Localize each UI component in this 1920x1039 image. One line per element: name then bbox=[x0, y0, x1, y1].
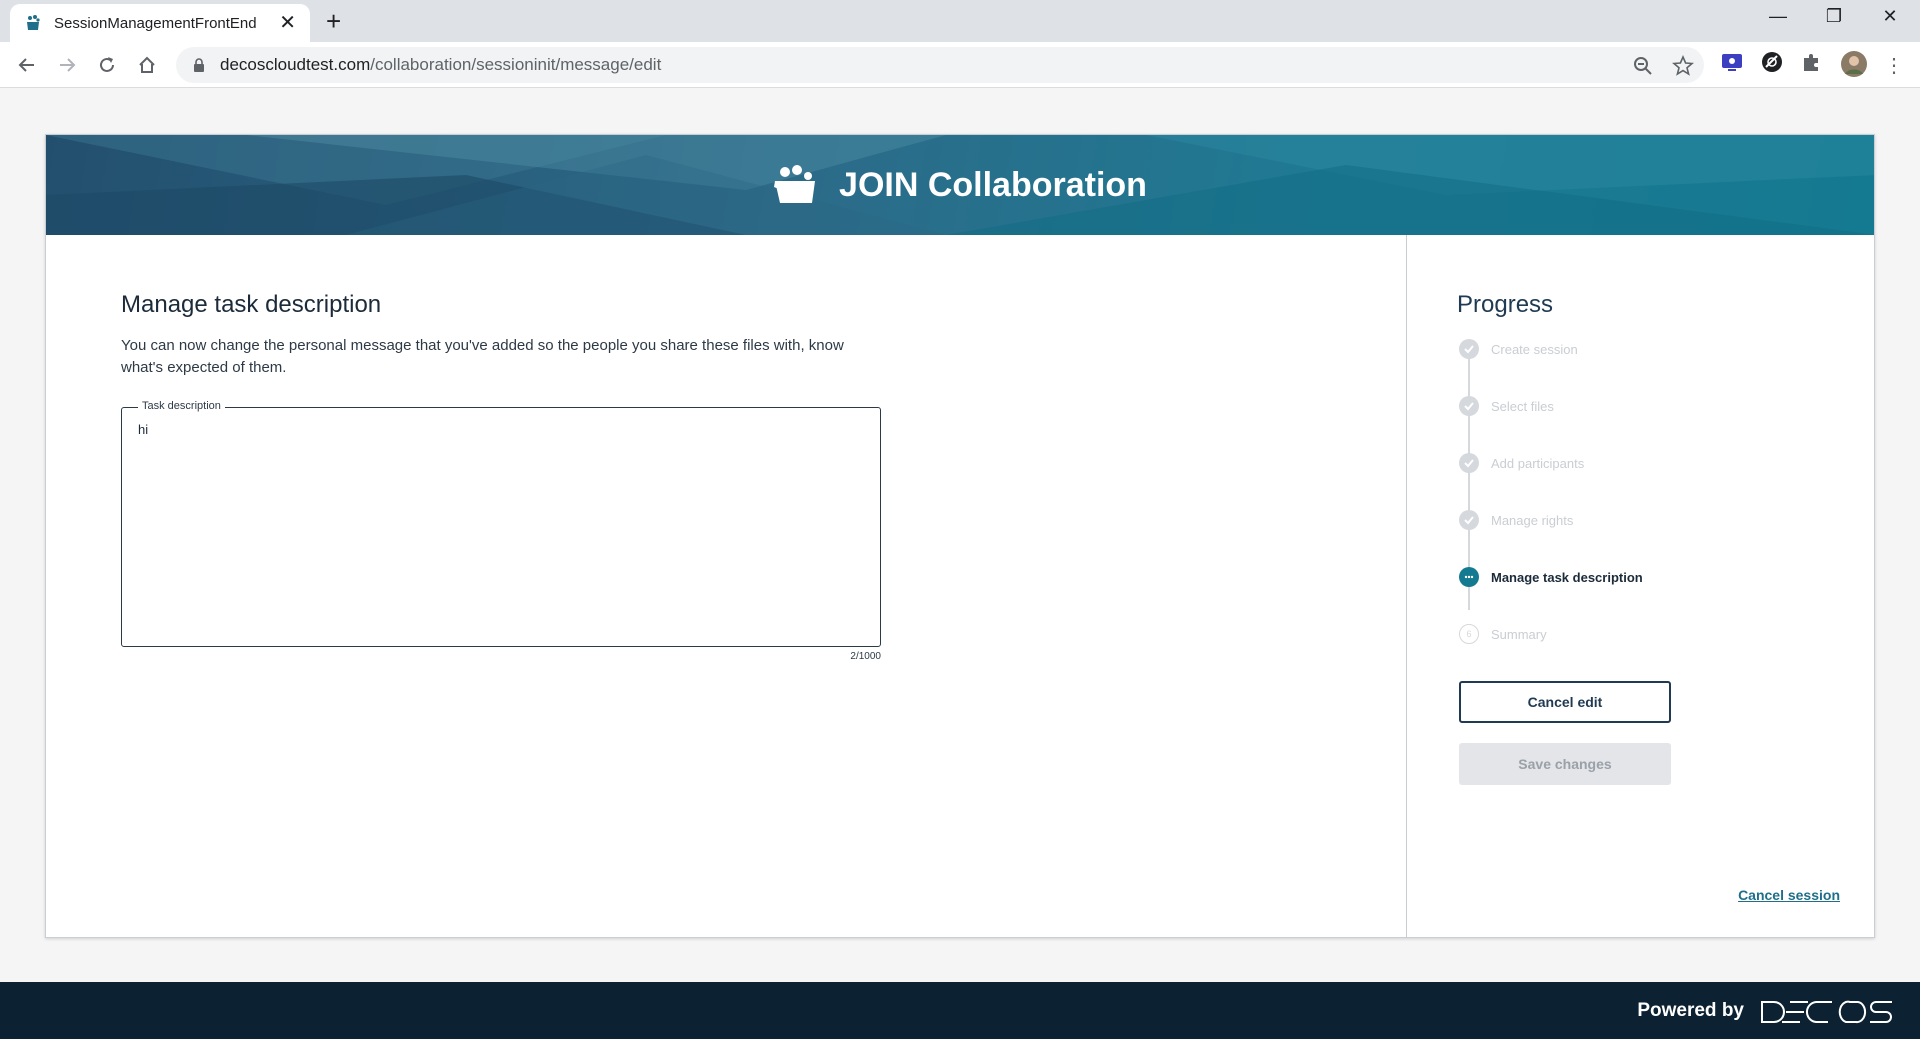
check-icon bbox=[1459, 339, 1479, 359]
reload-icon[interactable] bbox=[93, 51, 121, 79]
check-icon bbox=[1459, 510, 1479, 530]
back-icon[interactable] bbox=[13, 51, 41, 79]
step-number-icon: 6 bbox=[1459, 624, 1479, 644]
character-counter: 2/1000 bbox=[850, 651, 881, 662]
page-title: Manage task description bbox=[121, 291, 382, 318]
save-changes-button[interactable]: Save changes bbox=[1459, 743, 1671, 785]
step-label: Add participants bbox=[1491, 455, 1585, 471]
main-content: Manage task description You can now chan… bbox=[46, 235, 1406, 937]
decos-logo bbox=[1761, 1000, 1892, 1024]
footer: Powered by bbox=[0, 982, 1920, 1039]
task-description-field[interactable]: Task description hi bbox=[121, 400, 881, 647]
step-label: Manage task description bbox=[1491, 569, 1643, 585]
minimize-icon[interactable]: — bbox=[1758, 6, 1798, 27]
in-progress-dots-icon bbox=[1459, 567, 1479, 587]
profile-avatar[interactable] bbox=[1840, 50, 1868, 78]
restore-icon[interactable]: ❐ bbox=[1814, 6, 1854, 27]
cancel-edit-button[interactable]: Cancel edit bbox=[1459, 681, 1671, 723]
lock-icon bbox=[194, 58, 204, 72]
browser-tab[interactable]: SessionManagementFrontEnd ✕ bbox=[10, 4, 310, 42]
step-label: Create session bbox=[1491, 341, 1578, 357]
step-summary: 6 Summary bbox=[1459, 623, 1547, 645]
cancel-session-link[interactable]: Cancel session bbox=[1738, 887, 1840, 903]
bookmark-star-icon[interactable] bbox=[1672, 55, 1694, 77]
step-label: Summary bbox=[1491, 626, 1547, 642]
screen-capture-extension-icon[interactable] bbox=[1720, 50, 1744, 74]
task-description-value[interactable]: hi bbox=[138, 422, 148, 437]
new-tab-icon[interactable]: + bbox=[326, 8, 341, 34]
browser-tab-bar: SessionManagementFrontEnd ✕ + — ❐ ✕ bbox=[0, 0, 1920, 42]
url-text: decoscloudtest.com/collaboration/session… bbox=[220, 55, 662, 74]
blocker-extension-icon[interactable] bbox=[1760, 50, 1784, 74]
step-add-participants: Add participants bbox=[1459, 452, 1584, 474]
step-label: Manage rights bbox=[1491, 512, 1574, 528]
home-icon[interactable] bbox=[133, 51, 161, 79]
progress-panel: Progress Create session Select files Add… bbox=[1406, 235, 1874, 937]
step-label: Select files bbox=[1491, 398, 1554, 414]
collaboration-card: JOIN Collaboration Manage task descripti… bbox=[45, 134, 1875, 938]
collaboration-logo-icon bbox=[774, 165, 816, 203]
zoom-icon[interactable] bbox=[1632, 55, 1654, 77]
browser-menu-icon[interactable]: ⋮ bbox=[1880, 51, 1908, 79]
step-manage-rights: Manage rights bbox=[1459, 509, 1573, 531]
check-icon bbox=[1459, 396, 1479, 416]
intro-text: You can now change the personal message … bbox=[121, 337, 844, 376]
extensions-puzzle-icon[interactable] bbox=[1800, 50, 1824, 74]
forward-icon[interactable] bbox=[53, 51, 81, 79]
step-manage-task-description: Manage task description bbox=[1459, 566, 1643, 588]
check-icon bbox=[1459, 453, 1479, 473]
close-window-icon[interactable]: ✕ bbox=[1870, 6, 1910, 27]
powered-by-text: Powered by bbox=[1637, 1000, 1744, 1021]
app-header-banner: JOIN Collaboration bbox=[46, 135, 1874, 235]
step-select-files: Select files bbox=[1459, 395, 1554, 417]
app-title-area: JOIN Collaboration bbox=[46, 135, 1874, 235]
step-create-session: Create session bbox=[1459, 338, 1578, 360]
browser-toolbar: decoscloudtest.com/collaboration/session… bbox=[0, 42, 1920, 88]
tab-close-icon[interactable]: ✕ bbox=[279, 13, 296, 33]
app-favicon-icon bbox=[27, 15, 40, 30]
task-description-label: Task description bbox=[138, 400, 225, 412]
app-title: JOIN Collaboration bbox=[839, 165, 1147, 204]
progress-title: Progress bbox=[1457, 291, 1554, 318]
address-bar[interactable]: decoscloudtest.com/collaboration/session… bbox=[176, 47, 1704, 83]
tab-title: SessionManagementFrontEnd bbox=[54, 14, 257, 32]
